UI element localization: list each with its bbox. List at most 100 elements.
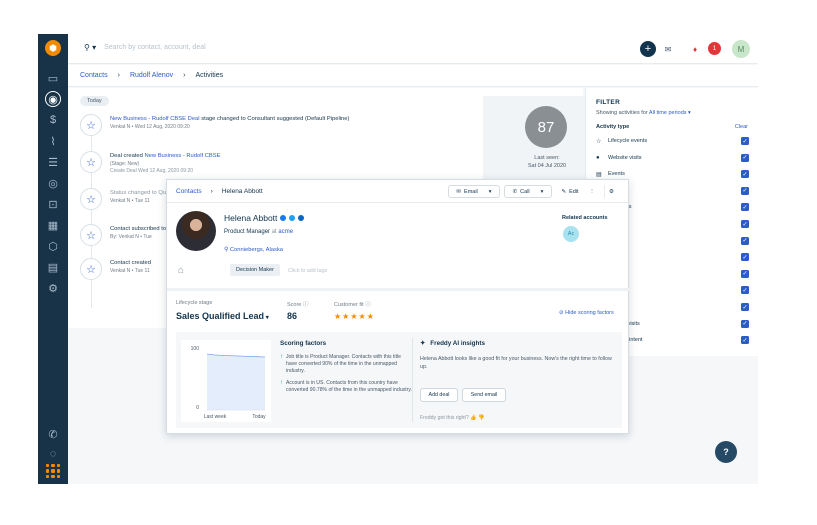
settings-icon[interactable]: ⚙ [45, 280, 61, 296]
documents-icon[interactable]: ▤ [45, 259, 61, 275]
fit-stars: ★★★★★ [334, 312, 375, 321]
activity-text: Contact subscribed to [110, 226, 167, 232]
global-search[interactable]: ⚲ ▾ Search by contact, account, deal [84, 43, 206, 52]
filter-checkbox[interactable]: ✓ [741, 303, 749, 311]
star-icon: ☆ [80, 224, 102, 246]
filter-checkbox[interactable]: ✓ [741, 253, 749, 262]
feedback-question: Freddy got this right? [420, 415, 469, 421]
filter-type-icon: ▤ [596, 171, 602, 178]
mail-icon[interactable]: ✉ [660, 41, 676, 57]
reports-icon[interactable]: ⌇ [45, 133, 61, 149]
filter-row[interactable]: ☆ Lifecycle events ✓ [596, 135, 749, 147]
trend-area [207, 354, 265, 410]
chevron-right-icon: › [117, 72, 120, 79]
hide-label: Hide scoring factors [565, 310, 614, 316]
calendar-icon[interactable]: ▭ [45, 70, 61, 86]
filter-checkbox[interactable]: ✓ [741, 336, 749, 345]
customer-fit-label: Customer fit [334, 302, 364, 308]
activity-link[interactable]: New Business - Rudolf CBSE Deal [110, 116, 200, 122]
money-icon[interactable]: ⊡ [45, 196, 61, 212]
list-item: ☆ Deal created New Business - Rudolf CBS… [80, 151, 440, 181]
chat-icon[interactable]: ☰ [45, 154, 61, 170]
thumbs-up-icon[interactable]: 👍 [470, 415, 476, 421]
deals-icon[interactable]: $ [45, 112, 61, 128]
app-switcher-icon[interactable] [46, 464, 60, 478]
factor-text: Account is in US. Contacts from this cou… [286, 380, 412, 393]
filter-checkbox[interactable]: ✓ [741, 220, 749, 228]
edit-button[interactable]: ✎ Edit [556, 185, 584, 198]
filter-checkbox[interactable]: ✓ [741, 203, 749, 212]
info-icon: ⓘ [365, 302, 371, 308]
filter-checkbox[interactable]: ✓ [741, 170, 749, 179]
add-tags-link[interactable]: Click to add tags [288, 268, 327, 274]
bell-icon[interactable]: ♦ [689, 43, 701, 55]
message-icon[interactable]: ◌ [45, 446, 61, 462]
email-label: Email [464, 188, 478, 195]
campaigns-icon[interactable]: ◎ [45, 175, 61, 191]
linkedin-icon[interactable] [298, 215, 305, 221]
filter-type-icon: ● [596, 154, 600, 161]
filter-row[interactable]: ● Website visits ✓ [596, 152, 749, 164]
scoring-factor: ↑ Account is in US. Contacts from this co… [280, 380, 412, 394]
freddy-icon: ✦ [420, 340, 426, 347]
filter-row-label: Website visits [608, 154, 642, 161]
phone-icon[interactable]: ✆ [45, 426, 61, 442]
divider [167, 288, 630, 291]
activity-link[interactable]: New Business - Rudolf CBSE [144, 153, 220, 159]
send-email-button[interactable]: Send email [462, 388, 506, 402]
popup-crumb-contacts[interactable]: Contacts [176, 188, 202, 195]
more-icon[interactable]: ⋮ [587, 185, 597, 198]
filter-title: FILTER [596, 99, 621, 106]
contacts-icon[interactable]: ◉ [45, 91, 61, 107]
breadcrumb-contacts[interactable]: Contacts [80, 72, 108, 79]
activity-text: stage changed to Consultant suggested (D… [199, 116, 350, 122]
clear-link[interactable]: Clear [735, 124, 748, 130]
lifecycle-dropdown[interactable]: Sales Qualified Lead ▾ [176, 311, 269, 321]
add-deal-button[interactable]: Add deal [420, 388, 458, 402]
scoring-factors: Scoring factors ↑ Job title is Product Ma… [280, 340, 412, 399]
notification-badge[interactable]: 1 [708, 42, 721, 55]
filter-checkbox[interactable]: ✓ [741, 269, 749, 278]
mail-icon: ✉ [456, 188, 462, 195]
email-button[interactable]: ✉ Email ▾ [448, 185, 500, 198]
breadcrumb: Contacts › Rudolf Alenov › Activities [68, 65, 758, 87]
analytics-icon[interactable]: ▦ [45, 217, 61, 233]
today-label: Today [80, 96, 109, 106]
filter-checkbox[interactable]: ✓ [741, 286, 749, 295]
help-button[interactable]: ? [715, 441, 737, 463]
filter-checkbox[interactable]: ✓ [741, 186, 749, 195]
score-value: 86 [287, 311, 298, 321]
chart-x-right: Today [252, 414, 266, 420]
search-icon: ⚲ ▾ [84, 43, 97, 52]
activity-text: Deal created [110, 153, 145, 159]
twitter-icon[interactable] [289, 215, 296, 221]
related-account-avatar[interactable]: Ac [563, 226, 579, 242]
pencil-icon: ✎ [561, 188, 567, 195]
activity-meta: (Stage: New) [110, 161, 140, 167]
factor-text: Job title is Product Manager. Contacts w… [286, 354, 401, 374]
period-dropdown[interactable]: All time periods [649, 110, 687, 116]
hide-scoring-factors-link[interactable]: ⊘ Hide scoring factors [559, 310, 614, 316]
breadcrumb-contact[interactable]: Rudolf Alenov [130, 72, 173, 79]
add-new-button[interactable]: + [640, 41, 656, 57]
freshworks-logo[interactable]: ⬢ [45, 40, 61, 56]
thumbs-down-icon[interactable]: 👎 [478, 415, 484, 421]
filter-checkbox[interactable]: ✓ [741, 137, 749, 145]
facebook-icon[interactable] [280, 215, 287, 221]
filter-checkbox[interactable]: ✓ [741, 153, 749, 162]
gear-icon[interactable]: ⚙ [604, 185, 618, 198]
score-trend-chart: 100 0 Last week Today [181, 340, 271, 422]
call-button[interactable]: ✆ Call ▾ [504, 185, 552, 198]
filter-row-label: Events [608, 171, 625, 178]
filter-checkbox[interactable]: ✓ [741, 236, 749, 245]
filter-checkbox[interactable]: ✓ [741, 319, 749, 328]
left-nav-rail: ⬢ ▭ ◉ $ ⌇ ☰ ◎ ⊡ ▦ ⬡ ▤ ⚙ ✆ ◌ [38, 34, 68, 484]
user-avatar[interactable]: M [732, 40, 750, 58]
tag-chip[interactable]: Decision Maker [230, 264, 280, 276]
freddy-text: Helena Abbott looks like a good fit for … [420, 356, 612, 370]
search-placeholder: Search by contact, account, deal [104, 44, 206, 51]
products-icon[interactable]: ⬡ [45, 238, 61, 254]
company-link[interactable]: acme [278, 229, 293, 235]
lifecycle-label: Lifecycle stage [176, 300, 213, 306]
contact-location[interactable]: Conniebergs, Alaska [230, 247, 283, 253]
